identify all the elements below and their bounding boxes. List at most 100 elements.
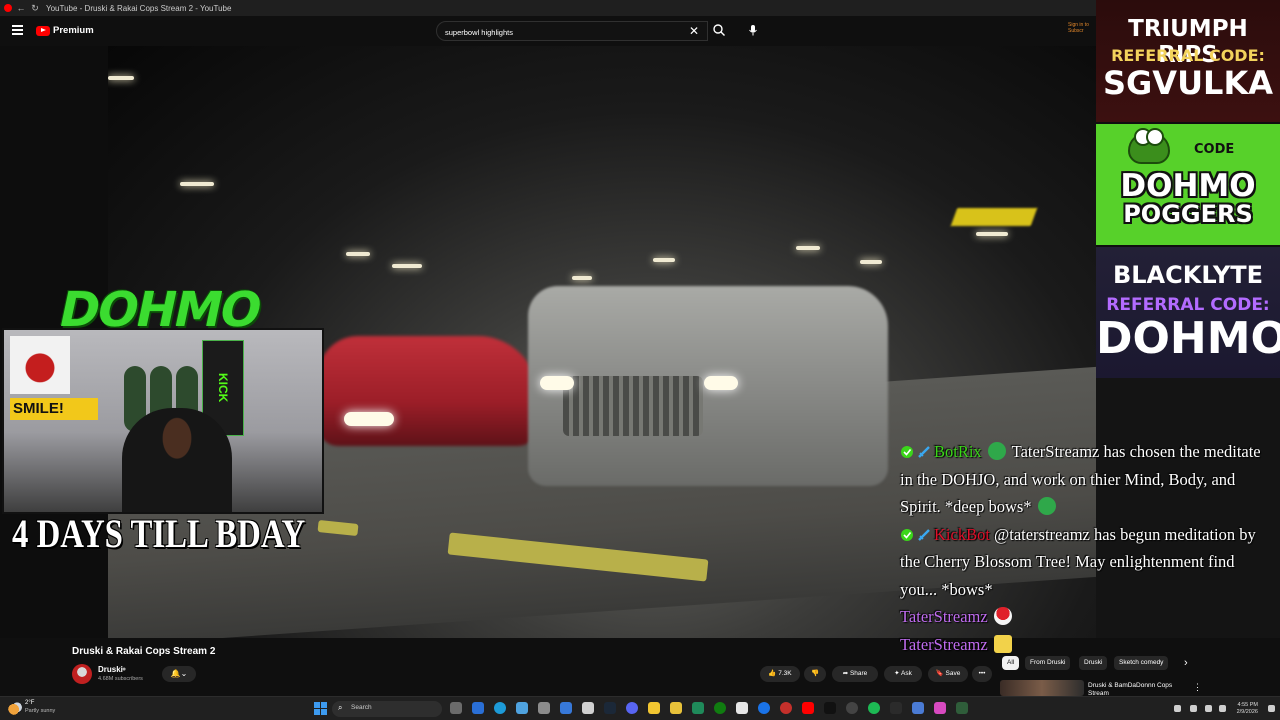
file-explorer-icon[interactable]: [648, 702, 660, 714]
network-icon[interactable]: [1190, 705, 1197, 712]
sponsor-subtitle: REFERRAL CODE:: [1111, 46, 1265, 65]
mic-icon[interactable]: [746, 23, 760, 37]
brand-label: Premium: [53, 25, 94, 36]
subscriber-count: 4.68M subscribers: [98, 676, 143, 682]
channel-name[interactable]: Druski: [98, 665, 123, 674]
youtube-logo[interactable]: Premium: [36, 25, 94, 36]
more-vertical-icon[interactable]: ⋮: [1193, 682, 1202, 693]
mail-icon[interactable]: [516, 702, 528, 714]
app-icon[interactable]: [956, 702, 968, 714]
windows-start-icon[interactable]: [314, 702, 327, 715]
ceiling-light: [392, 264, 422, 268]
more-actions-button[interactable]: •••: [972, 666, 992, 682]
ceiling-light: [572, 276, 592, 280]
verified-badge-icon: [901, 446, 913, 458]
chip-sketch-comedy[interactable]: Sketch comedy: [1114, 656, 1169, 670]
app-icon[interactable]: [846, 702, 858, 714]
chat-username[interactable]: TaterStreamz: [900, 635, 988, 654]
chat-username[interactable]: BotRix: [934, 442, 982, 461]
chrome-icon[interactable]: [758, 702, 770, 714]
edge-icon[interactable]: [494, 702, 506, 714]
widgets-icon[interactable]: [472, 702, 484, 714]
reload-icon[interactable]: ↻: [30, 3, 40, 13]
save-button[interactable]: 🔖 Save: [928, 666, 968, 682]
obs-icon[interactable]: [692, 702, 704, 714]
weather-icon[interactable]: [8, 701, 22, 715]
chip-all[interactable]: All: [1002, 656, 1020, 670]
steam-icon[interactable]: [604, 702, 616, 714]
calculator-icon[interactable]: [736, 702, 748, 714]
chat-message: TaterStreamz: [900, 631, 1272, 659]
youtube-app-icon[interactable]: [802, 702, 814, 714]
search-icon[interactable]: [712, 23, 726, 37]
search-input[interactable]: [437, 23, 677, 42]
chat-username[interactable]: TaterStreamz: [900, 607, 988, 626]
tab-title[interactable]: YouTube - Druski & Rakai Cops Stream 2 -…: [46, 4, 231, 13]
chat-overlay: BotRix TaterStreamz has chosen the medit…: [900, 438, 1272, 658]
search-box[interactable]: [436, 21, 708, 42]
chip-from-druski[interactable]: From Druski: [1025, 656, 1071, 670]
chevron-right-icon[interactable]: ›: [1184, 656, 1188, 670]
chevron-up-icon[interactable]: [1174, 705, 1181, 712]
mushroom-emote-icon: [993, 607, 1012, 625]
browser-titlebar: ← ↻ YouTube - Druski & Rakai Cops Stream…: [0, 0, 1280, 16]
wifi-icon[interactable]: [1205, 705, 1212, 712]
clock-time: 4:55 PM: [1237, 702, 1258, 708]
sponsor-title: CODE: [1194, 142, 1235, 157]
xbox-icon[interactable]: [714, 702, 726, 714]
notepad-icon[interactable]: [582, 702, 594, 714]
webcam-feed: SMILE! KICK: [2, 328, 324, 514]
x-app-icon[interactable]: [824, 702, 836, 714]
volume-icon[interactable]: [1219, 705, 1226, 712]
save-label: Save: [945, 670, 961, 677]
more-horizontal-icon: •••: [978, 670, 986, 677]
chat-username[interactable]: KickBot: [934, 525, 990, 544]
ceiling-light: [796, 246, 820, 250]
app-icon[interactable]: [912, 702, 924, 714]
folder-icon[interactable]: [670, 702, 682, 714]
photos-icon[interactable]: [560, 702, 572, 714]
bookmark-icon: 🔖: [935, 670, 944, 677]
hamburger-menu-icon[interactable]: [12, 25, 23, 35]
verified-icon: ●: [122, 666, 127, 673]
task-view-icon[interactable]: [450, 702, 462, 714]
sponsor-banner-dohmo: CODE DOHMO POGGERS: [1096, 124, 1280, 245]
notification-icon[interactable]: [1268, 705, 1275, 712]
discord-icon[interactable]: [626, 702, 638, 714]
ceiling-light: [108, 76, 134, 80]
like-button[interactable]: 👍 7.3K: [760, 666, 800, 682]
share-button[interactable]: ➦ Share: [832, 666, 878, 682]
sponsor-subtitle: REFERRAL CODE:: [1106, 295, 1270, 315]
video-title: Druski & Rakai Cops Stream 2: [72, 646, 216, 657]
emote-icon: [1037, 497, 1056, 515]
clear-search-icon[interactable]: ✕: [689, 24, 699, 38]
youtube-favicon: [4, 4, 12, 12]
clock[interactable]: 4:55 PM 2/9/2026: [1228, 702, 1258, 716]
verified-badge-icon: [901, 528, 913, 541]
headlight: [344, 412, 394, 426]
smile-sign: SMILE!: [10, 398, 98, 420]
channel-avatar[interactable]: [72, 664, 92, 684]
back-icon[interactable]: ←: [16, 3, 26, 13]
weather-description: Partly sunny: [25, 708, 56, 714]
taskbar-search-label: Search: [351, 704, 372, 711]
signin-link[interactable]: Sign in to Subscr: [1068, 22, 1096, 34]
spotify-icon[interactable]: [868, 702, 880, 714]
ceiling-light: [653, 258, 675, 262]
clock-date: 2/9/2026: [1236, 709, 1258, 715]
ceiling-light: [180, 182, 214, 186]
chat-message: KickBot @taterstreamz has begun meditati…: [900, 521, 1272, 604]
camera-icon[interactable]: [538, 702, 550, 714]
recommended-video-thumbnail[interactable]: [1000, 680, 1084, 696]
dislike-button[interactable]: 👎: [804, 666, 826, 682]
chip-druski[interactable]: Druski: [1079, 656, 1108, 670]
app-icon[interactable]: [934, 702, 946, 714]
taskbar-search[interactable]: [332, 701, 442, 717]
ask-button[interactable]: ✦ Ask: [884, 666, 922, 682]
app-icon[interactable]: [780, 702, 792, 714]
bday-countdown: 4 DAYS TILL BDAY: [12, 511, 306, 556]
notification-bell-button[interactable]: 🔔⌄: [162, 666, 196, 682]
lock-in-emote-icon: [993, 634, 1012, 653]
terminal-icon[interactable]: [890, 702, 902, 714]
sponsor-title: BLACKLYTE: [1112, 261, 1264, 289]
